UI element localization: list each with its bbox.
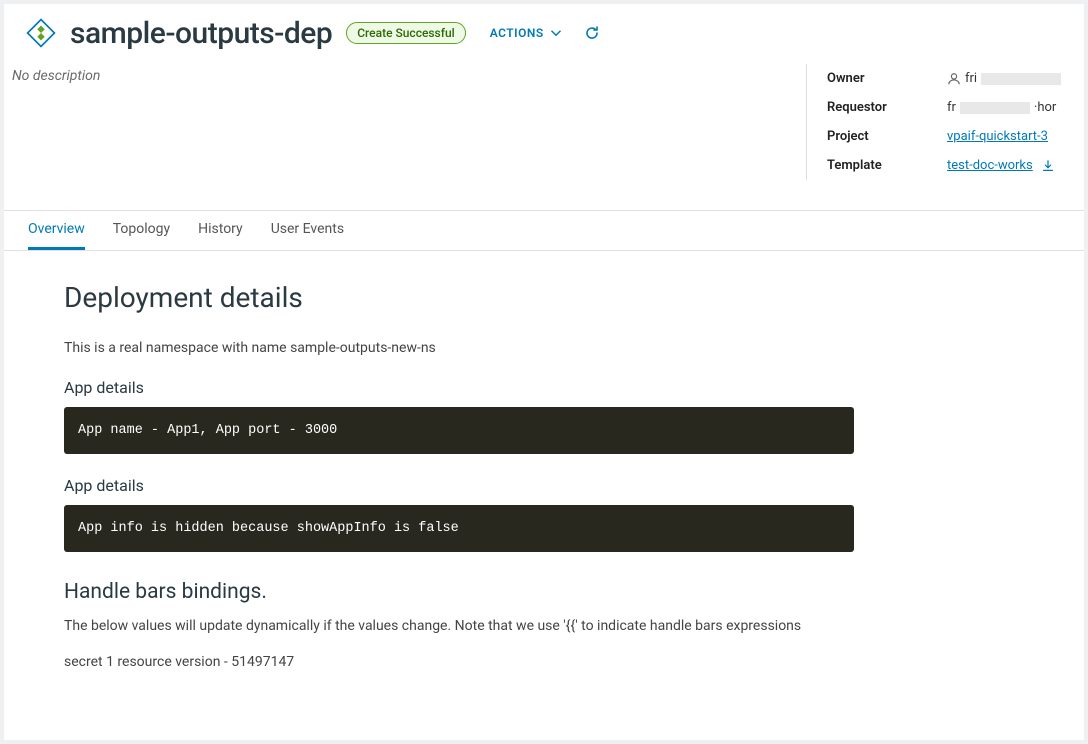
meta-row-requestor: Requestor fr·hor [827,93,1076,122]
tab-history[interactable]: History [198,211,243,250]
page-title: sample-outputs-dep [70,16,332,51]
requestor-label: Requestor [827,100,947,115]
requestor-value: fr·hor [947,100,1056,115]
tab-bar: Overview Topology History User Events [4,210,1084,251]
user-icon [947,72,961,86]
actions-label: ACTIONS [490,26,544,40]
chevron-down-icon [550,27,562,39]
code-block-app-name: App name - App1, App port - 3000 [64,407,854,454]
owner-value: fri [947,71,1061,86]
app-details-label-1: App details [64,378,1024,397]
actions-dropdown[interactable]: ACTIONS [490,26,562,40]
bindings-text: The below values will update dynamically… [64,618,1024,634]
tab-overview[interactable]: Overview [28,211,85,250]
deployment-details-heading: Deployment details [64,281,1024,314]
code-block-app-info: App info is hidden because showAppInfo i… [64,505,854,552]
tab-content-overview: Deployment details This is a real namesp… [4,251,1084,700]
project-label: Project [827,129,947,144]
app-details-label-2: App details [64,476,1024,495]
meta-row-project: Project vpaif-quickstart-3 [827,122,1076,151]
metadata-panel: Owner fri Requestor fr·hor Project vpaif… [806,64,1076,180]
namespace-text: This is a real namespace with name sampl… [64,340,1024,356]
deployment-logo-icon [22,14,60,52]
meta-row-template: Template test-doc-works [827,151,1076,180]
bindings-heading: Handle bars bindings. [64,580,1024,604]
template-link[interactable]: test-doc-works [947,158,1033,173]
project-link[interactable]: vpaif-quickstart-3 [947,129,1048,144]
meta-row-owner: Owner fri [827,64,1076,93]
status-badge: Create Successful [346,22,465,44]
tab-user-events[interactable]: User Events [271,211,344,250]
secret-version-line: secret 1 resource version - 51497147 [64,654,1024,670]
template-label: Template [827,158,947,173]
refresh-icon[interactable] [584,25,600,41]
tab-topology[interactable]: Topology [113,211,170,250]
owner-label: Owner [827,71,947,86]
download-icon[interactable] [1041,159,1055,173]
description-text: No description [12,64,100,180]
